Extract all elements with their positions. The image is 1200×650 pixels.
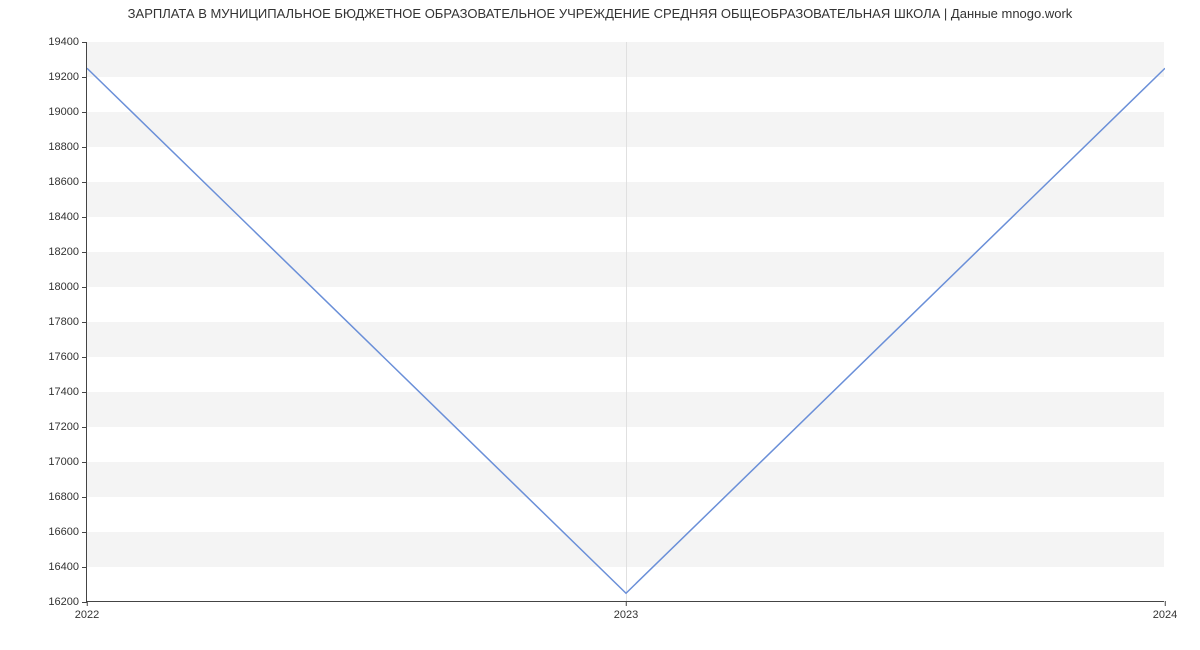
series-line [87,42,1165,602]
y-tick-label: 19000 [48,106,87,118]
x-tick-label: 2023 [614,601,638,621]
y-tick-label: 18400 [48,211,87,223]
y-tick-label: 18000 [48,281,87,293]
x-tick-label: 2022 [75,601,99,621]
y-tick-label: 16400 [48,561,87,573]
y-tick-label: 17800 [48,316,87,328]
y-tick-label: 19400 [48,36,87,48]
y-tick-label: 16600 [48,526,87,538]
y-tick-label: 17400 [48,386,87,398]
y-tick-label: 16800 [48,491,87,503]
chart-container: ЗАРПЛАТА В МУНИЦИПАЛЬНОЕ БЮДЖЕТНОЕ ОБРАЗ… [0,0,1200,650]
y-tick-label: 17200 [48,421,87,433]
chart-title: ЗАРПЛАТА В МУНИЦИПАЛЬНОЕ БЮДЖЕТНОЕ ОБРАЗ… [0,6,1200,21]
y-tick-label: 17000 [48,456,87,468]
y-tick-label: 17600 [48,351,87,363]
plot-area: 1620016400166001680017000172001740017600… [86,42,1164,602]
y-tick-label: 18200 [48,246,87,258]
y-tick-label: 18600 [48,176,87,188]
y-tick-label: 18800 [48,141,87,153]
y-tick-label: 19200 [48,71,87,83]
x-tick-label: 2024 [1153,601,1177,621]
